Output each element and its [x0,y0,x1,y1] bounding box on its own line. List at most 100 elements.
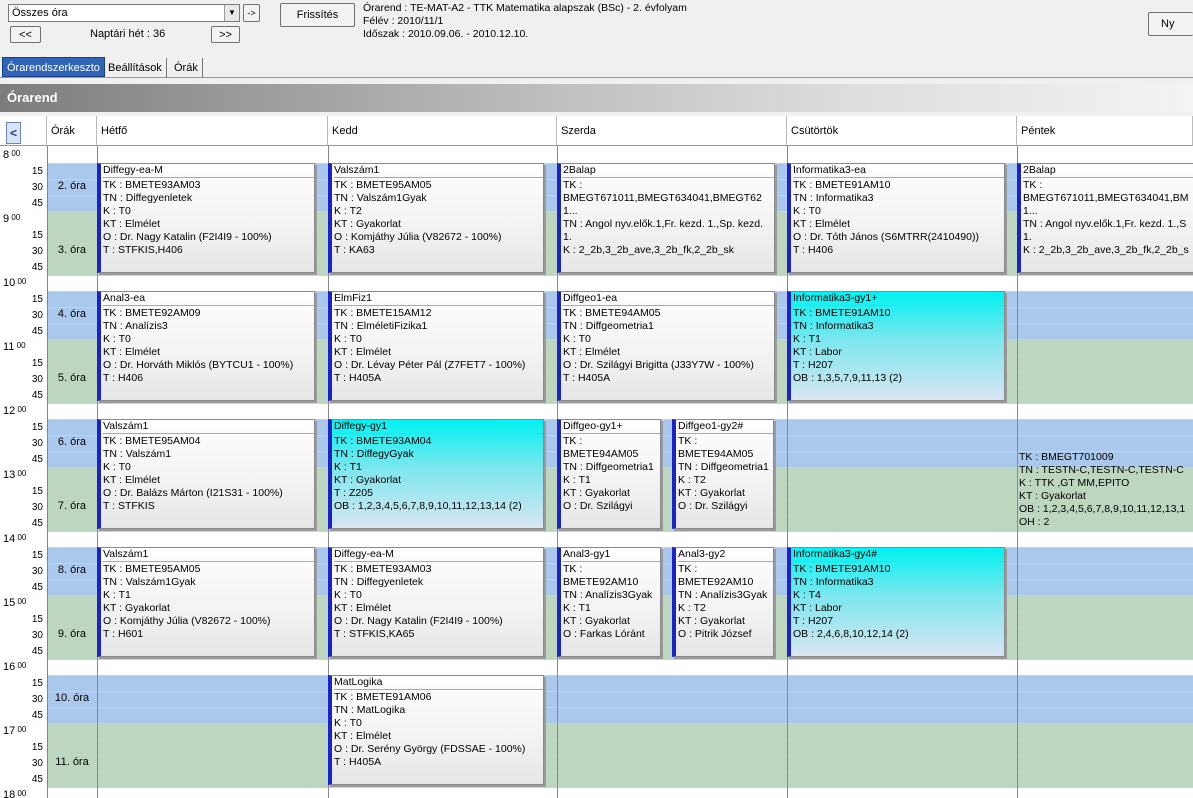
minute-label: 15 [31,422,43,433]
hour-label: 18 00 [3,789,26,798]
course-detail: KT : Gyakorlat [563,487,630,499]
timetable-info: Órarend : TE-MAT-A2 - TTK Matematika ala… [363,2,687,41]
minute-label: 30 [31,502,43,513]
course-detail: KT : Gyakorlat [678,615,745,627]
hour-label: 8 00 [3,149,20,161]
course-card[interactable]: Anal3-ea TK : BMETE92AM09 TN : Analízis3 K … [97,291,315,401]
course-detail: T : H601 [103,628,144,640]
go-button-label: -> [247,8,256,18]
course-detail: T : H207 [793,615,834,627]
course-detail: TK : BMETE95AM05 [103,563,201,575]
time-slot [47,676,1193,692]
course-detail: K : T2 [678,602,706,614]
course-detail: BMEGT671011,BMEGT634041,BMEGT62 [563,192,762,204]
header-day-hetfo: Hétfő [97,116,328,146]
chevron-left-icon[interactable]: < [6,122,21,144]
course-detail: O : Dr. Horváth Miklós (BYTCU1 - 100%) [103,359,294,371]
course-detail: TN : DiffegyGyak [334,448,414,460]
minute-label: 45 [31,326,43,337]
course-card[interactable]: Informatika3-ea TK : BMETE91AM10 TN : Info… [787,163,1005,273]
course-title: Diffgeo-gy1+ [563,420,660,434]
minute-label: 45 [31,262,43,273]
hour-label: 12 00 [3,405,26,417]
tab-beallitasok[interactable]: Beállítások [104,58,167,78]
course-detail: TK : BMETE95AM04 [103,435,201,447]
prev-week-button[interactable]: << [10,26,41,43]
course-detail: T : H405A [334,372,382,384]
next-week-button[interactable]: >> [211,26,240,43]
right-button[interactable]: Ny [1148,12,1193,36]
week-label: Naptári hét : 36 [90,28,166,40]
course-detail: KT : Elmélet [334,346,391,358]
time-slot [47,708,1193,724]
tab-orak[interactable]: Órák [170,58,203,78]
course-detail: O : Dr. Nagy Katalin (F2I4I9 - 100%) [334,615,503,627]
course-card[interactable]: Informatika3-gy1+ TK : BMETE91AM10 TN : In… [787,291,1005,401]
timetable-name: Órarend : TE-MAT-A2 - TTK Matematika ala… [363,2,687,14]
course-detail: K : T1 [334,461,362,473]
course-title: Anal3-ea [103,292,314,306]
hour-number: 14 [3,533,16,545]
course-card[interactable]: ElmFiz1 TK : BMETE15AM12 TN : ElméletiFizi… [328,291,544,401]
course-card[interactable]: Diffegy-ea-M TK : BMETE93AM03 TN : Diffegy… [97,163,315,273]
course-detail: BMETE94AM05 [563,448,639,460]
course-card[interactable]: Diffegy-ea-M TK : BMETE93AM03 TN : Diffegy… [328,547,544,657]
course-card[interactable]: Valszám1 TK : BMETE95AM05 TN : Valszám1Gya… [97,547,315,657]
course-card[interactable]: Diffgeo-gy1+ TK : BMETE94AM05 TN : Diffgeom… [557,419,661,529]
course-detail: TK : BMETE92AM09 [103,307,201,319]
course-title: Informatika3-ea [793,164,1004,178]
course-card[interactable]: Diffgeo1-gy2# TK : BMETE94AM05 TN : Diffgeo… [672,419,774,529]
course-detail: BMETE92AM10 [678,576,754,588]
time-slot [47,148,1193,164]
hour-label: 10 00 [3,277,26,289]
hour-label: 17 00 [3,725,26,737]
course-detail: K : T0 [103,461,131,473]
course-card[interactable]: MatLogika TK : BMETE91AM06 TN : MatLogika K… [328,675,544,785]
course-card[interactable]: TK : BMEGT701009 TN : TESTN-C,TESTN-C,TES… [1017,451,1193,529]
course-detail: O : Komjáthy Júlia (V82672 - 100%) [103,615,271,627]
course-title: ElmFiz1 [334,292,543,306]
course-card[interactable]: Anal3-gy2 TK : BMETE92AM10 TN : Analízis3Gy… [672,547,774,657]
refresh-button[interactable]: Frissítés [280,3,355,27]
hour-number: 10 [3,277,16,289]
course-detail: TK : BMETE91AM10 [793,307,891,319]
course-detail: K : T1 [563,474,591,486]
go-button[interactable]: -> [243,4,260,22]
hour-number: 11 [3,341,15,353]
course-detail: K : 2_2b,3_2b_ave,3_2b_fk,2_2b_s [1023,244,1189,256]
time-slot [47,404,1193,420]
time-slot [47,660,1193,676]
minute-label: 30 [31,246,43,257]
course-detail: TK : BMETE91AM10 [793,563,891,575]
tab-orarendszerkeszto[interactable]: Órarendszerkeszto [2,57,105,77]
course-filter-select[interactable]: Összes óra ▼ [8,4,240,22]
course-card[interactable]: Diffgeo1-ea TK : BMETE94AM05 TN : Diffgeom… [557,291,775,401]
course-detail: K : 2_2b,3_2b_ave,3_2b_fk,2_2b_sk [563,244,735,256]
course-card[interactable]: Diffegy-gy1 TK : BMETE93AM04 TN : DiffegyG… [328,419,544,529]
course-card[interactable]: Valszám1 TK : BMETE95AM05 TN : Valszám1Gya… [328,163,544,273]
course-title: Informatika3-gy4# [793,548,1004,562]
course-detail: T : H406 [103,372,144,384]
course-card[interactable]: Informatika3-gy4# TK : BMETE91AM10 TN : In… [787,547,1005,657]
course-detail: KT : Labor [793,346,842,358]
course-detail: O : Farkas Lóránt [563,628,645,640]
course-title: Valszám1 [334,164,543,178]
minute-label: 30 [31,310,43,321]
course-title: Diffegy-ea-M [103,164,314,178]
hour-minutes: 00 [15,789,27,798]
course-detail: KT : Gyakorlat [678,487,745,499]
course-card[interactable]: 2Balap TK : BMEGT671011,BMEGT634041,BM 1...… [1017,163,1193,273]
time-slot [47,756,1193,772]
course-card[interactable]: 2Balap TK : BMEGT671011,BMEGT634041,BMEGT6… [557,163,775,273]
course-card[interactable]: Anal3-gy1 TK : BMETE92AM10 TN : Analízis3Gy… [557,547,661,657]
hour-number: 16 [3,661,16,673]
course-detail: BMEGT671011,BMEGT634041,BM [1023,192,1189,204]
course-detail: TK : BMETE95AM05 [334,179,432,191]
minute-label: 15 [31,678,43,689]
period-label: 7. óra [57,500,87,512]
chevron-down-icon[interactable]: ▼ [224,5,239,21]
course-card[interactable]: Valszám1 TK : BMETE95AM04 TN : Valszám1 K :… [97,419,315,529]
course-detail: 1... [1023,205,1038,217]
header-day-csutortok: Csütörtök [787,116,1017,146]
period-label: 11. óra [55,756,89,768]
